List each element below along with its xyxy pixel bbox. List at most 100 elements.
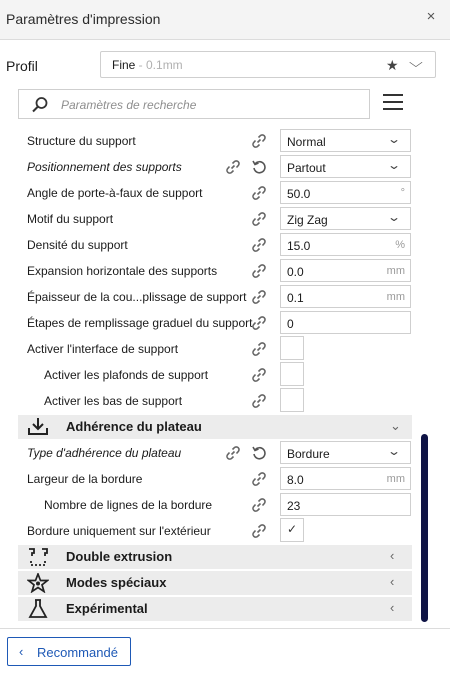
setting-checkbox[interactable]: [280, 362, 304, 386]
reset-icon[interactable]: [251, 445, 267, 461]
chevron-left-icon: ‹: [390, 574, 395, 589]
profile-dropdown[interactable]: Fine - 0.1mm ★ ⌵: [100, 51, 436, 78]
experimental-flask-icon: [28, 599, 48, 618]
input-value: 0: [287, 317, 294, 331]
chevron-down-icon: ⌄: [386, 158, 402, 172]
chevron-down-icon: ⌄: [390, 418, 401, 433]
footer: ‹ Recommandé: [0, 628, 450, 674]
chevron-left-icon: ‹: [390, 548, 395, 563]
setting-label: Structure du support: [27, 134, 136, 148]
setting-row: Motif du support Zig Zag ⌄: [18, 206, 412, 232]
category-adherence[interactable]: Adhérence du plateau ⌄: [18, 415, 412, 439]
category-title: Adhérence du plateau: [66, 419, 202, 434]
setting-dropdown[interactable]: Bordure ⌄: [280, 441, 411, 464]
link-icon[interactable]: [251, 237, 267, 253]
link-icon[interactable]: [251, 471, 267, 487]
dropdown-value: Zig Zag: [287, 213, 328, 227]
setting-row: Densité du support 15.0%: [18, 232, 412, 258]
input-value: 15.0: [287, 239, 311, 253]
setting-label: Bordure uniquement sur l'extérieur: [27, 524, 211, 538]
setting-input[interactable]: 50.0 °: [280, 181, 411, 204]
setting-input[interactable]: 0.1 mm: [280, 285, 411, 308]
setting-row: Structure du support Normal ⌄: [18, 128, 412, 154]
input-unit: mm: [386, 473, 405, 485]
setting-row: Largeur de la bordure 8.0 mm: [18, 466, 412, 492]
link-icon[interactable]: [251, 367, 267, 383]
search-input[interactable]: Paramètres de recherche: [18, 89, 370, 119]
category-dual-extrusion[interactable]: Double extrusion ‹: [18, 545, 412, 569]
link-icon[interactable]: [251, 341, 267, 357]
chevron-down-icon: ⌄: [386, 444, 402, 458]
setting-input[interactable]: 0: [280, 311, 411, 334]
category-title: Expérimental: [66, 601, 148, 616]
profile-label: Profil: [6, 58, 38, 74]
setting-label: Nombre de lignes de la bordure: [44, 498, 213, 512]
title-bar: Paramètres d'impression ×: [0, 0, 450, 40]
setting-input[interactable]: 23: [280, 493, 411, 516]
chevron-left-icon: ‹: [390, 600, 395, 615]
setting-row: Activer l'interface de support: [18, 336, 412, 362]
search-icon: [32, 97, 48, 113]
build-plate-adhesion-icon: [28, 418, 48, 435]
close-icon[interactable]: ×: [424, 9, 438, 24]
favorite-star-icon[interactable]: ★: [386, 57, 399, 74]
chevron-down-icon: ⌄: [386, 210, 402, 224]
setting-label: Étapes de remplissage graduel du support: [27, 316, 253, 330]
link-icon[interactable]: [225, 445, 241, 461]
input-value: 23: [287, 499, 301, 513]
input-unit: mm: [386, 291, 405, 303]
link-icon[interactable]: [251, 289, 267, 305]
setting-input[interactable]: 0.0 mm: [280, 259, 411, 282]
input-value: 0.0: [287, 265, 304, 279]
scrollbar-thumb[interactable]: [421, 434, 428, 622]
setting-row: Angle de porte-à-faux de support 50.0 °: [18, 180, 412, 206]
search-placeholder: Paramètres de recherche: [61, 98, 197, 112]
setting-label: Activer les bas de support: [44, 394, 183, 408]
dropdown-value: Normal: [287, 135, 326, 149]
setting-row: Épaisseur de la cou...plissage de suppor…: [18, 284, 412, 310]
setting-dropdown[interactable]: Zig Zag ⌄: [280, 207, 411, 230]
category-experimental[interactable]: Expérimental ‹: [18, 597, 412, 621]
input-value: 8.0: [287, 473, 304, 487]
setting-checkbox[interactable]: [280, 388, 304, 412]
setting-label: Densité du support: [27, 238, 128, 252]
setting-checkbox[interactable]: ✓: [280, 518, 304, 542]
setting-row: Bordure uniquement sur l'extérieur ✓: [18, 518, 412, 544]
window-title: Paramètres d'impression: [6, 11, 161, 27]
settings-panel[interactable]: Structure du support Normal ⌄ Positionnemen…: [18, 128, 412, 622]
reset-icon[interactable]: [251, 159, 267, 175]
link-icon[interactable]: [251, 523, 267, 539]
profile-name: Fine - 0.1mm: [112, 58, 183, 72]
recommended-button[interactable]: ‹ Recommandé: [7, 637, 131, 666]
setting-label: Activer les plafonds de support: [44, 368, 209, 382]
special-modes-icon: [27, 573, 49, 593]
category-title: Double extrusion: [66, 549, 173, 564]
setting-input[interactable]: 8.0 mm: [280, 467, 411, 490]
setting-row: Étapes de remplissage graduel du support…: [18, 310, 412, 336]
setting-label: Type d'adhérence du plateau: [27, 446, 182, 460]
link-icon[interactable]: [251, 185, 267, 201]
setting-row: Activer les plafonds de support: [18, 362, 412, 388]
input-unit: °: [400, 187, 405, 199]
link-icon[interactable]: [251, 497, 267, 513]
setting-label: Angle de porte-à-faux de support: [27, 186, 203, 200]
setting-dropdown[interactable]: Normal ⌄: [280, 129, 411, 152]
setting-row: Positionnement des supports Partout ⌄: [18, 154, 412, 180]
setting-dropdown[interactable]: Partout ⌄: [280, 155, 411, 178]
input-value: 50.0: [287, 187, 311, 201]
dual-extrusion-icon: [29, 548, 48, 566]
link-icon[interactable]: [251, 133, 267, 149]
link-icon[interactable]: [251, 211, 267, 227]
link-icon[interactable]: [251, 263, 267, 279]
settings-menu-icon[interactable]: [383, 94, 403, 112]
link-icon[interactable]: [251, 315, 267, 331]
setting-row: Expansion horizontale des supports 0.0 mm: [18, 258, 412, 284]
category-special-modes[interactable]: Modes spéciaux ‹: [18, 571, 412, 595]
chevron-left-icon: ‹: [19, 644, 24, 659]
dropdown-value: Partout: [287, 161, 326, 175]
link-icon[interactable]: [225, 159, 241, 175]
setting-checkbox[interactable]: [280, 336, 304, 360]
setting-label: Largeur de la bordure: [27, 472, 143, 486]
link-icon[interactable]: [251, 393, 267, 409]
setting-input[interactable]: 15.0%: [280, 233, 411, 256]
